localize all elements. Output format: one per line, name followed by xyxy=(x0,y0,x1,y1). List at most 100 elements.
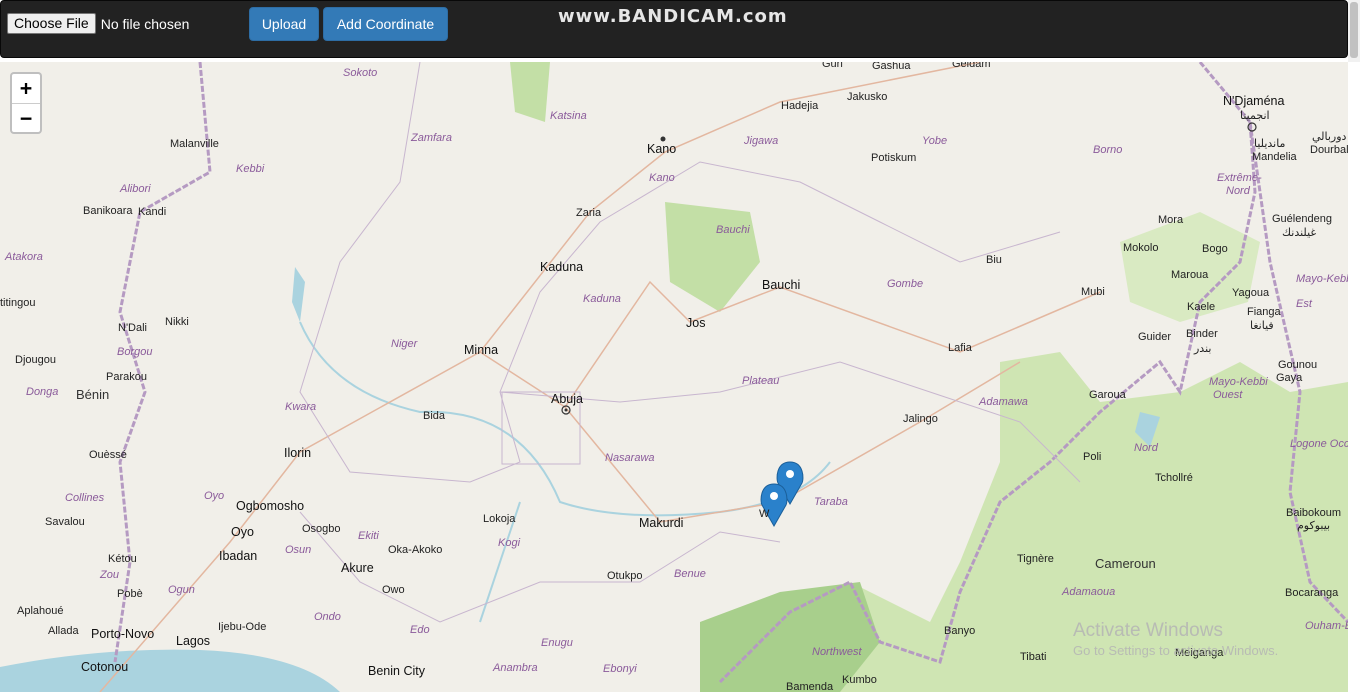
map-label: Malanville xyxy=(170,138,219,150)
map-label: Kwara xyxy=(285,401,317,413)
map-label: Donga xyxy=(26,386,59,398)
map-label: انجمينا xyxy=(1240,110,1270,122)
map-label: Bocaranga xyxy=(1285,587,1339,599)
kainji-lake xyxy=(292,267,305,322)
map-label: Jos xyxy=(686,316,706,330)
upload-button[interactable]: Upload xyxy=(249,7,319,41)
map-label: Kogi xyxy=(498,537,521,549)
map-label: Jigawa xyxy=(744,135,779,147)
map-label: Baibokoum xyxy=(1286,507,1342,519)
map-label: مانديليا xyxy=(1254,138,1286,150)
map-label: Tignère xyxy=(1017,553,1054,565)
map-label: Sokoto xyxy=(343,67,378,79)
map-label: Fianga xyxy=(1247,306,1281,318)
map-label: Kaduna xyxy=(583,293,621,305)
benue-river xyxy=(299,321,831,517)
map-label: Pobè xyxy=(117,588,143,600)
map-label: Oka-Akoko xyxy=(388,544,443,556)
map-label: Yobe xyxy=(922,135,948,147)
map-label: Gurl xyxy=(822,62,843,70)
map-label: Ilorin xyxy=(284,446,312,460)
file-status-text: No file chosen xyxy=(100,15,190,32)
map-label: Kano xyxy=(649,172,675,184)
map-label: Niger xyxy=(391,338,418,350)
green-terrain-bauchi xyxy=(665,202,760,312)
top-toolbar: Choose File No file chosen Upload Add Co… xyxy=(0,0,1348,58)
map-label: Taraba xyxy=(814,496,848,508)
map-label: Ogbomosho xyxy=(236,499,305,513)
map-label: Zou xyxy=(100,569,119,581)
zoom-in-button[interactable]: + xyxy=(12,74,40,104)
activate-windows-title: Activate Windows xyxy=(1073,620,1223,641)
map-label: Yagoua xyxy=(1232,287,1270,299)
map-label: Jalingo xyxy=(903,413,938,425)
map-label: Aplahoué xyxy=(17,605,64,617)
map-label: Mandelia xyxy=(1252,151,1297,163)
map-label: Bauchi xyxy=(716,224,750,236)
bandicam-watermark: www.BANDICAM.com xyxy=(558,6,788,27)
map-label: بندر xyxy=(1194,343,1212,355)
map-label: Nikki xyxy=(165,316,189,328)
add-coordinate-button[interactable]: Add Coordinate xyxy=(323,7,448,41)
map-label: Parakou xyxy=(106,371,147,383)
map-label: Mokolo xyxy=(1123,242,1159,254)
map-label: Kaduna xyxy=(540,260,584,274)
map-label: Ibadan xyxy=(219,549,258,563)
gulf-of-guinea xyxy=(0,649,340,692)
map-label: Ekiti xyxy=(358,530,379,542)
map-label: Banyo xyxy=(944,625,976,637)
zoom-out-button[interactable]: − xyxy=(12,104,40,133)
map-label: Banikoara xyxy=(83,205,133,217)
map-label: Mayo-Kebbi xyxy=(1296,273,1348,285)
page-scrollbar[interactable] xyxy=(1348,0,1360,62)
map-label: Bénin xyxy=(76,387,110,402)
map-label: Borgou xyxy=(117,346,153,358)
map-base-layer xyxy=(0,62,1348,692)
map-label: Lokoja xyxy=(483,513,516,525)
choose-file-button[interactable]: Choose File xyxy=(7,13,96,34)
map-label: Plateau xyxy=(742,375,780,387)
map-label: N'Dali xyxy=(118,322,147,334)
map-label: Ogun xyxy=(168,584,195,596)
map-label: Abuja xyxy=(551,392,583,406)
map-label: دوربالي xyxy=(1312,131,1347,143)
capital-dot-abuja-inner xyxy=(564,408,568,412)
map-label: Bamenda xyxy=(786,681,834,692)
map-label: Lafia xyxy=(948,342,972,354)
map-label: Edo xyxy=(410,624,430,636)
zoom-control: + − xyxy=(10,72,42,134)
map-label: Kumbo xyxy=(842,674,877,686)
map-label: Adamawa xyxy=(979,396,1028,408)
map-label: Nasarawa xyxy=(605,452,655,464)
map-label: Borno xyxy=(1093,144,1123,156)
map-label: Osun xyxy=(285,544,312,556)
file-input[interactable]: Choose File No file chosen xyxy=(7,13,189,34)
map-label: Ouham-E xyxy=(1305,620,1348,632)
map-label: Tchollré xyxy=(1155,472,1193,484)
map-label: Akure xyxy=(341,561,374,575)
map-label: Potiskum xyxy=(871,152,917,164)
map-label: Owo xyxy=(382,584,405,596)
map-label: Porto-Novo xyxy=(91,627,155,641)
map-label: Nord xyxy=(1134,442,1158,454)
scrollbar-thumb[interactable] xyxy=(1350,2,1358,58)
map-label: Guélendeng xyxy=(1272,213,1332,225)
map-label: Gombe xyxy=(887,278,924,290)
green-terrain-katsina xyxy=(510,62,550,122)
map-label: Logone Occ xyxy=(1290,438,1348,450)
map-label: Mubi xyxy=(1081,286,1105,298)
map-label: Geidam xyxy=(952,62,991,70)
map-label: Kaele xyxy=(1187,301,1216,313)
map-label: Mora xyxy=(1158,214,1184,226)
map-label: Ijebu-Ode xyxy=(218,621,267,633)
map-canvas[interactable]: Gurl Gashua Geidam Sokoto Hadejia Jakusk… xyxy=(0,62,1348,692)
map-label: Djougou xyxy=(15,354,56,366)
map-label: بيبوكوم xyxy=(1297,520,1331,532)
map-label: Savalou xyxy=(45,516,85,528)
map-label: Biu xyxy=(986,254,1002,266)
map-label: Kétou xyxy=(108,553,137,565)
map-label: Bida xyxy=(423,410,446,422)
map-label: Hadejia xyxy=(781,100,819,112)
map-label: Otukpo xyxy=(607,570,643,582)
map-label: Northwest xyxy=(812,646,862,658)
